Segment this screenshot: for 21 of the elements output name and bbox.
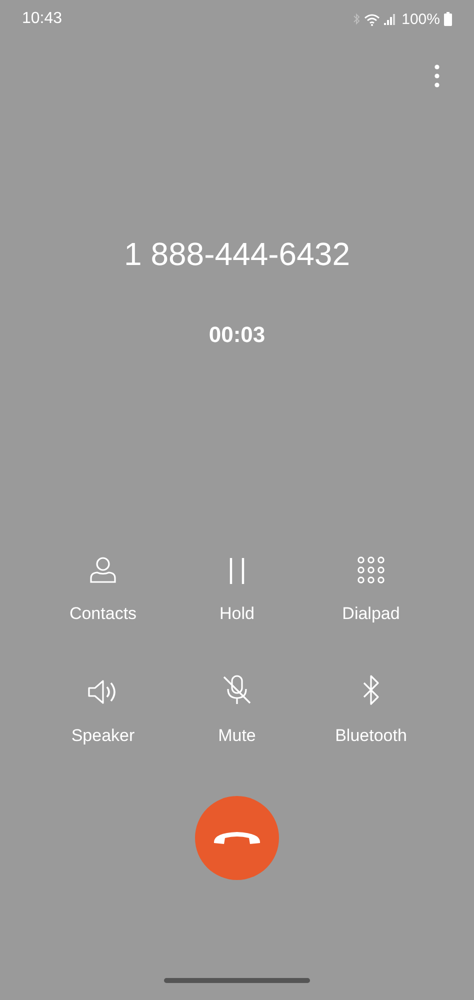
call-action-button[interactable]: Hold	[170, 514, 304, 624]
call-action-button[interactable]: Contacts	[36, 514, 170, 624]
bluetooth-icon	[361, 674, 381, 706]
signal-icon	[384, 13, 398, 25]
battery-icon	[444, 12, 452, 26]
call-action-button[interactable]: Dialpad	[304, 514, 438, 624]
more-options-icon	[434, 64, 440, 88]
phone-hangup-icon	[212, 829, 262, 847]
pause-icon	[228, 558, 246, 584]
dialpad-icon	[357, 556, 385, 584]
battery-percent: 100%	[402, 10, 440, 28]
wifi-icon	[364, 12, 380, 26]
call-action-button[interactable]: Mute	[170, 636, 304, 746]
person-icon	[89, 556, 117, 584]
call-action-button[interactable]: Speaker	[36, 636, 170, 746]
call-duration: 00:03	[208, 321, 266, 349]
bluetooth-icon	[352, 13, 360, 25]
microphone-off-icon	[221, 674, 253, 706]
phone-number: 1 888-444-6432	[123, 235, 351, 274]
call-action-button[interactable]: Bluetooth	[304, 636, 438, 746]
status-time: 10:43	[22, 10, 62, 28]
